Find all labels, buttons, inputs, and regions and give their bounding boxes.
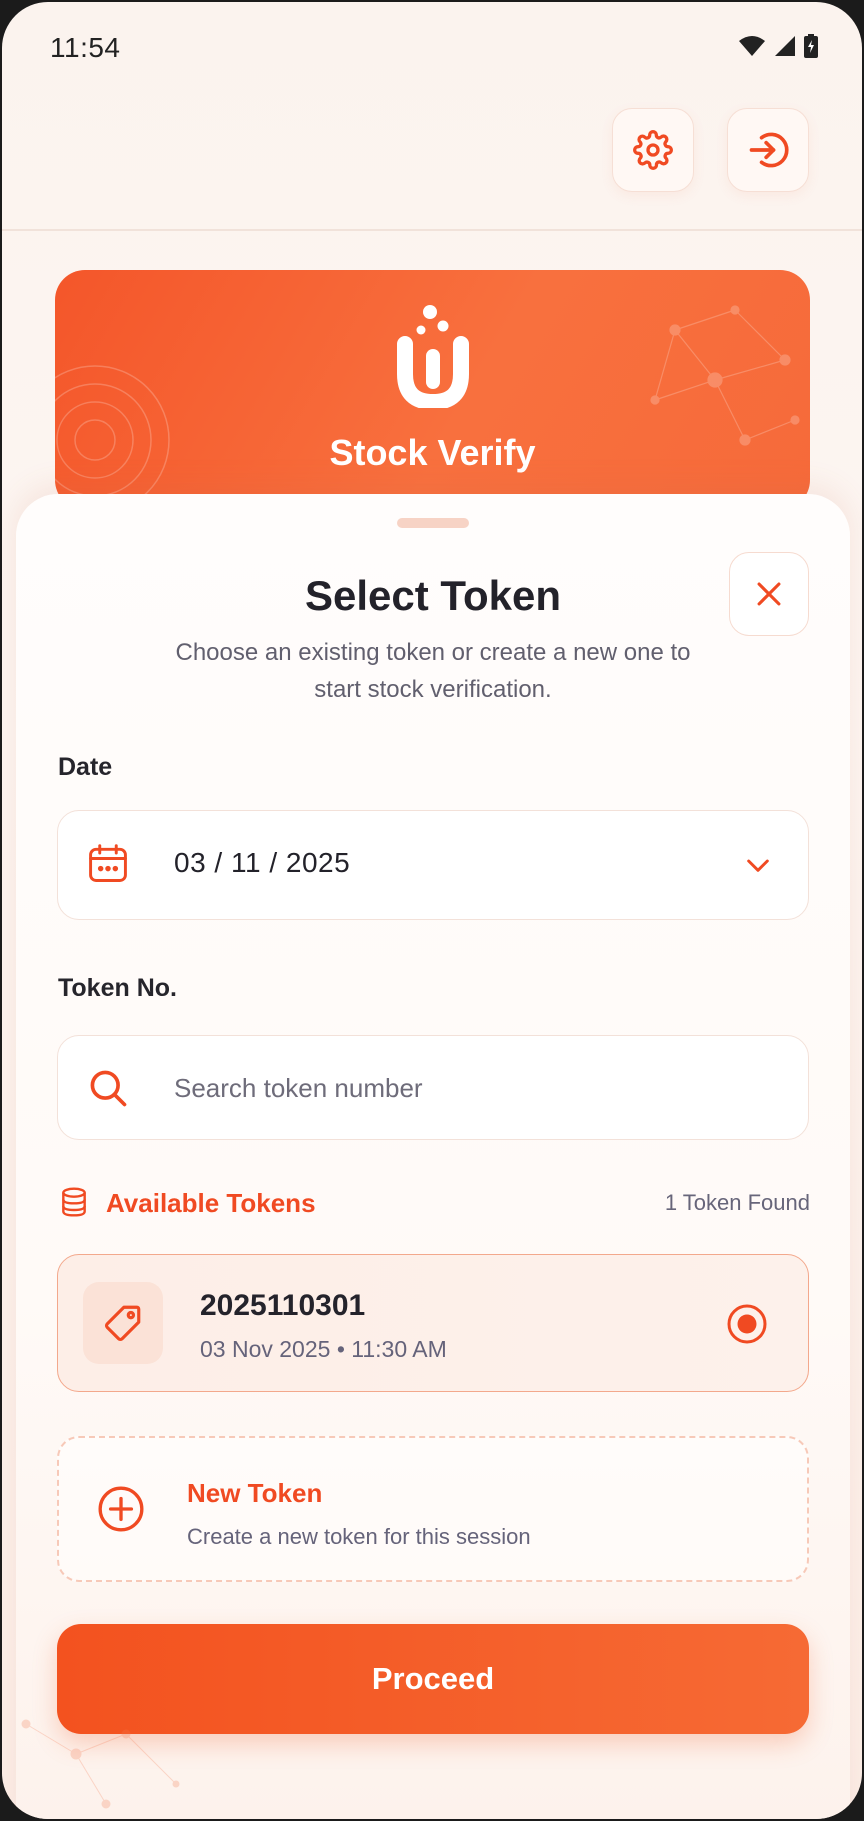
chevron-down-icon: [747, 859, 769, 872]
date-picker[interactable]: 03 / 11 / 2025: [57, 810, 809, 920]
tag-icon: [104, 1305, 141, 1342]
token-search-input[interactable]: [174, 1066, 774, 1110]
search-icon: [90, 1070, 127, 1107]
status-time: 11:54: [50, 32, 121, 63]
available-tokens-header: Available Tokens 1 Token Found: [58, 1182, 810, 1222]
battery-icon: [804, 34, 818, 58]
calendar-icon: [89, 844, 127, 882]
token-number: 2025110301: [200, 1289, 366, 1322]
sign-in-icon: [749, 132, 789, 168]
phone-screen: 11:54 Stock Verify Select Token Choose a…: [2, 2, 862, 1819]
sheet-grabber[interactable]: [397, 518, 469, 528]
header-divider: [2, 229, 862, 231]
sheet-title: Select Token: [305, 572, 561, 619]
database-icon: [62, 1187, 86, 1217]
tokens-found-count: 1 Token Found: [664, 1190, 810, 1215]
available-tokens-label: Available Tokens: [106, 1188, 316, 1218]
brand-name: Stock Verify: [329, 432, 536, 473]
token-datetime: 03 Nov 2025 • 11:30 AM: [200, 1336, 447, 1362]
new-token-button[interactable]: New Token Create a new token for this se…: [57, 1436, 809, 1582]
token-tag-badge: [83, 1282, 163, 1364]
status-icons: [738, 34, 818, 58]
stock-verify-logo-icon: [396, 305, 469, 408]
radio-selected-icon[interactable]: [726, 1303, 768, 1345]
select-token-sheet: Select Token Choose an existing token or…: [16, 494, 850, 1819]
new-token-title: New Token: [187, 1478, 323, 1508]
new-token-description: Create a new token for this session: [187, 1524, 531, 1549]
gear-icon: [633, 130, 673, 170]
plus-circle-icon: [98, 1486, 144, 1532]
cellular-signal-icon: [775, 36, 795, 56]
sheet-subtitle: Choose an existing token or create a new…: [175, 639, 691, 703]
token-list-item[interactable]: 2025110301 03 Nov 2025 • 11:30 AM: [57, 1254, 809, 1392]
token-label: Token No.: [58, 974, 177, 1002]
sign-in-button[interactable]: [727, 108, 809, 192]
date-value: 03 / 11 / 2025: [174, 847, 351, 878]
date-label: Date: [58, 753, 113, 781]
wifi-icon: [739, 36, 765, 56]
brand-banner: Stock Verify: [55, 270, 810, 510]
settings-button[interactable]: [612, 108, 694, 192]
token-search-field[interactable]: [57, 1035, 809, 1140]
status-bar: 11:54: [2, 2, 862, 92]
decor-network-pattern: [21, 1719, 180, 1809]
